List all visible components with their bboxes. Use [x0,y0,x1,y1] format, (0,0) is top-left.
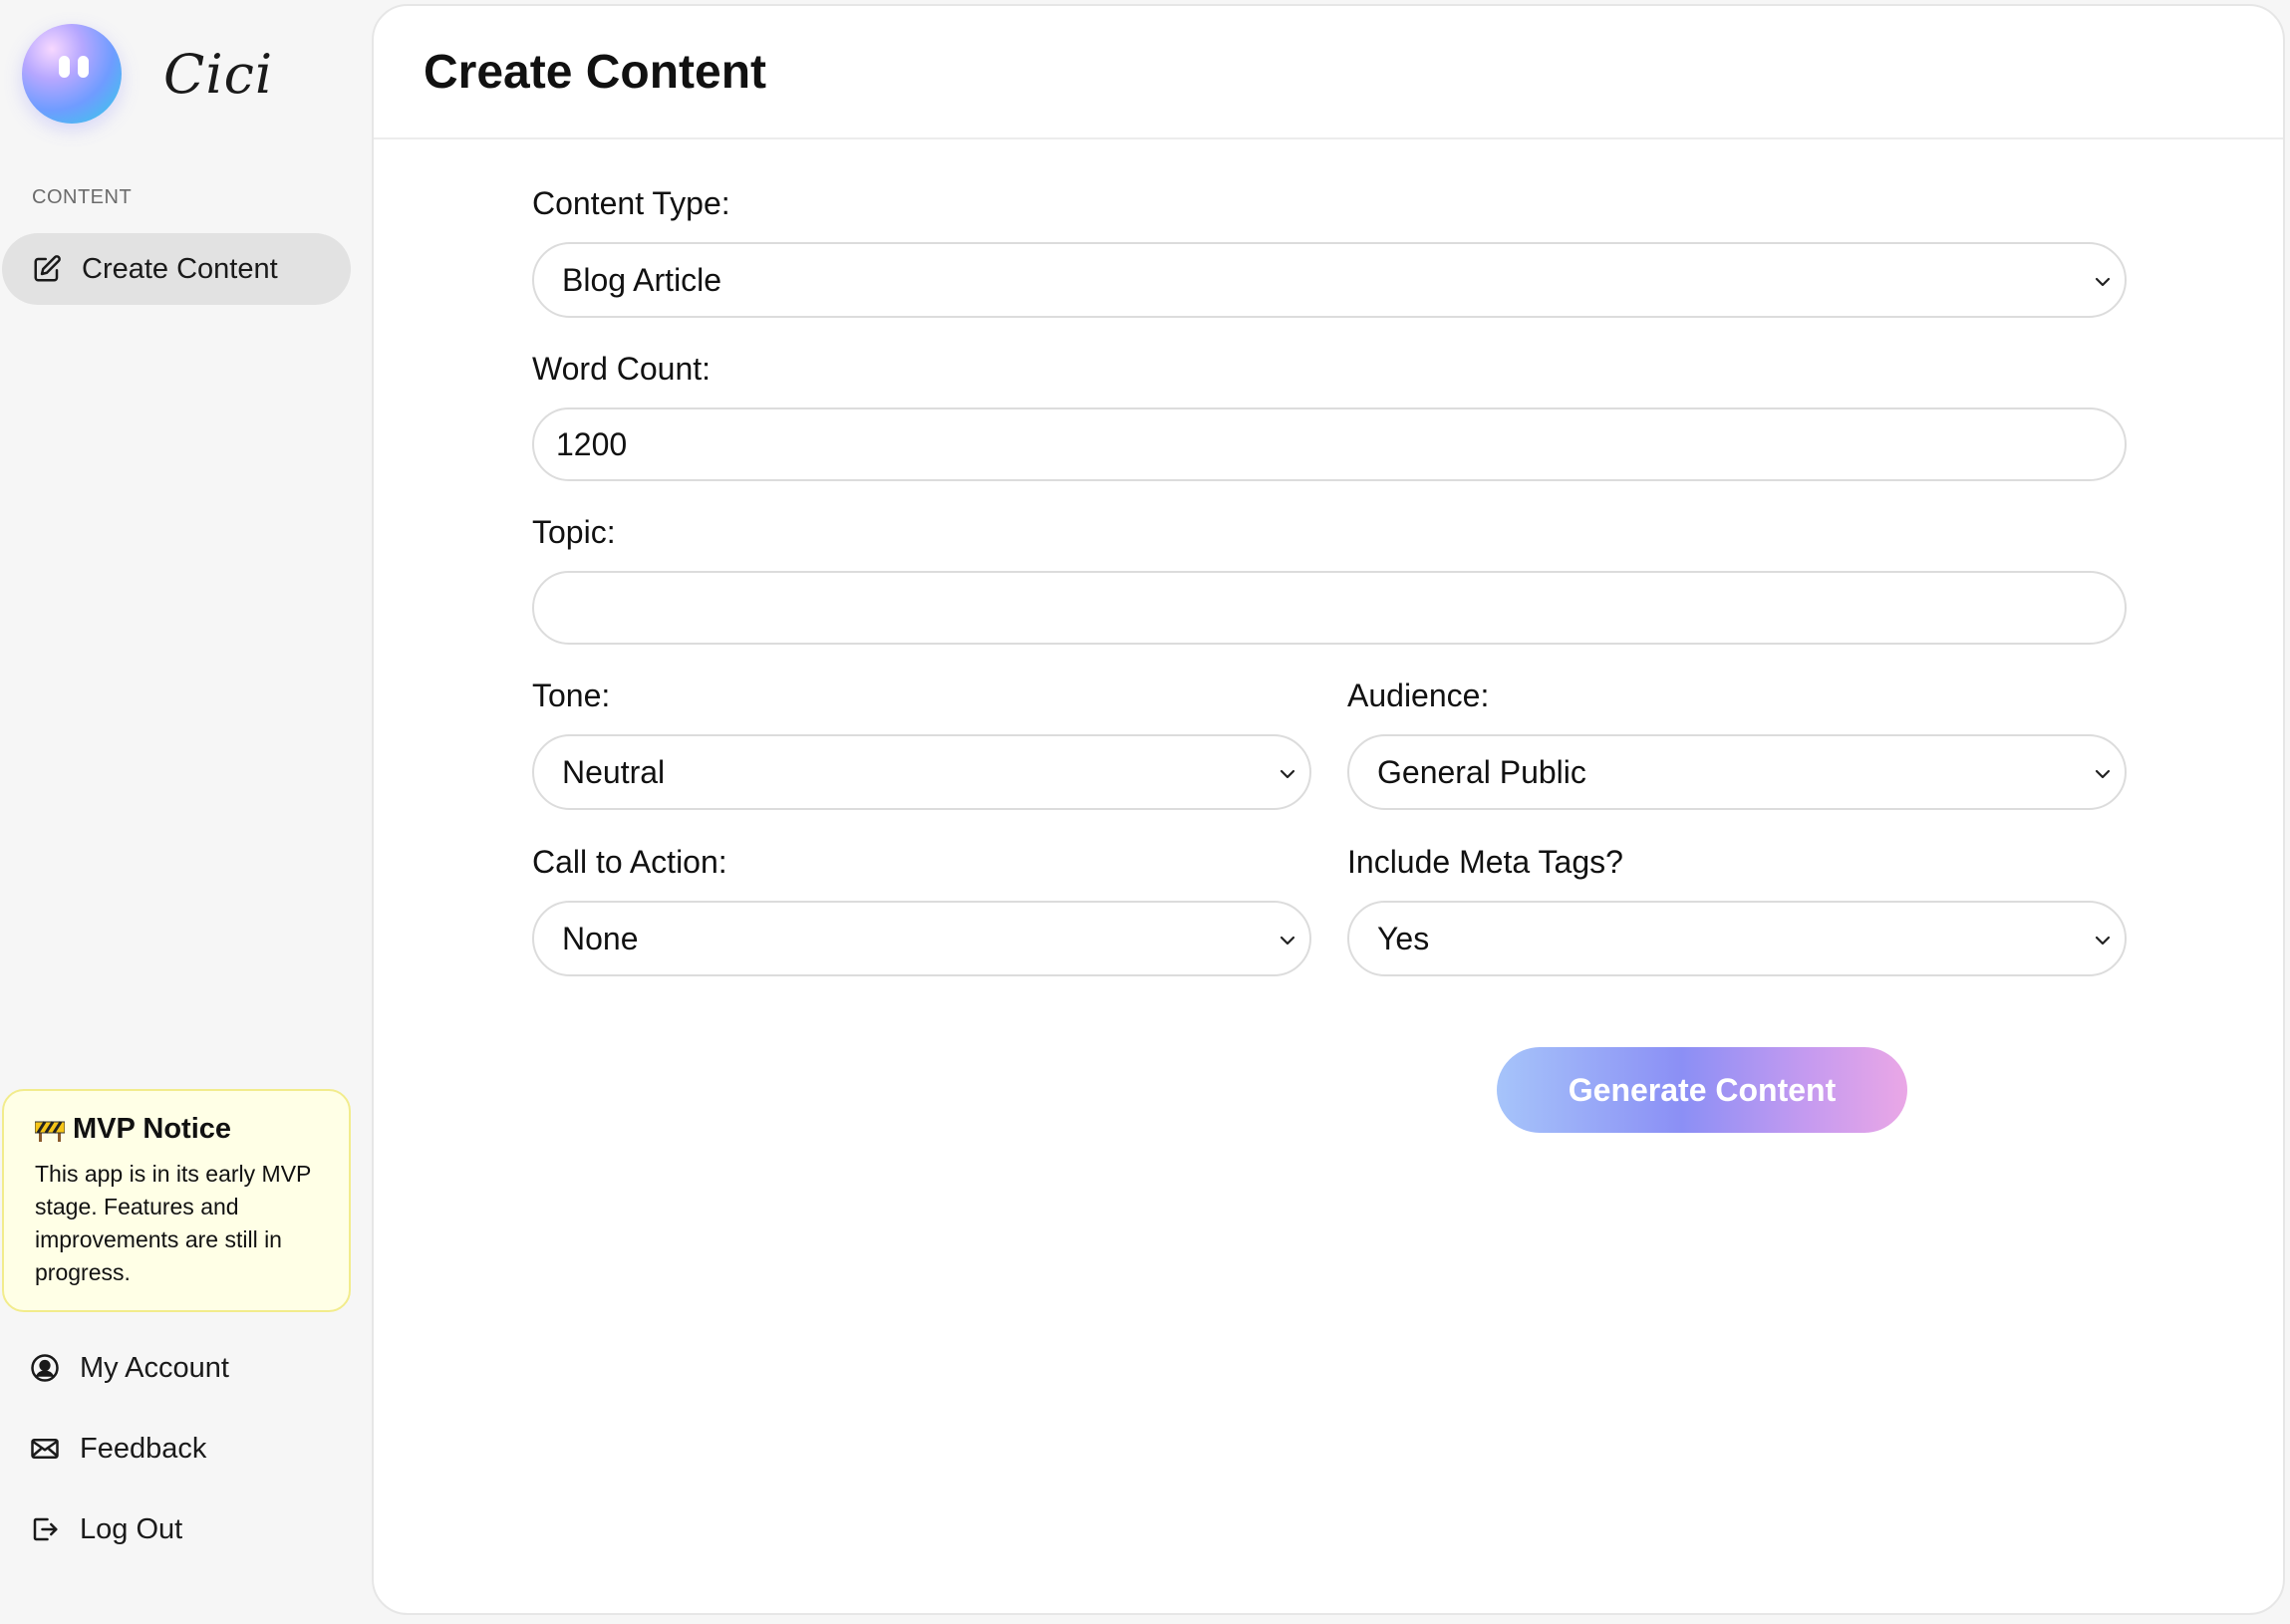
topic-label: Topic: [532,514,616,550]
generate-content-button[interactable]: Generate Content [1497,1047,1907,1133]
word-count-label: Word Count: [532,351,712,387]
edit-icon [32,254,62,284]
notice-title-text: MVP Notice [73,1113,232,1145]
sidebar-item-feedback[interactable]: Feedback [30,1427,206,1471]
word-count-input[interactable]: 1200 [532,407,2127,481]
main-header: Create Content [374,6,2283,139]
sidebar-item-label: Log Out [80,1512,183,1545]
brand[interactable]: Cici [22,24,273,124]
sidebar-item-label: Feedback [80,1432,207,1465]
main-panel: Create Content Content Type: Blog Articl… [372,4,2285,1615]
audience-label: Audience: [1347,677,1490,713]
cici-logo [22,24,122,124]
chevron-down-icon [2095,277,2111,287]
chevron-down-icon [2095,936,2111,946]
notice-title: MVP Notice [35,1113,321,1146]
notice-body: This app is in its early MVP stage. Feat… [35,1161,311,1285]
chevron-down-icon [1280,769,1295,779]
tone-label: Tone: [532,677,611,713]
tone-select[interactable]: Neutral [532,734,1311,810]
construction-barrier-icon [35,1120,65,1142]
word-count-value: 1200 [556,425,628,462]
brand-name: Cici [163,42,274,106]
sidebar-section-label: CONTENT [32,186,133,208]
sidebar-item-my-account[interactable]: My Account [30,1346,229,1390]
page-title: Create Content [424,45,767,99]
meta-tags-value: Yes [1377,920,1430,956]
sidebar-item-label: Create Content [82,252,278,285]
audience-value: General Public [1377,753,1586,790]
chevron-down-icon [1280,936,1295,946]
sidebar-item-log-out[interactable]: Log Out [30,1507,182,1551]
sidebar-item-create-content[interactable]: Create Content [2,233,351,305]
user-circle-icon [30,1353,60,1383]
mail-icon [30,1434,60,1464]
chevron-down-icon [2095,769,2111,779]
sidebar: Cici CONTENT Create Content MVP Notice T… [0,0,371,1624]
sidebar-item-label: My Account [80,1351,229,1384]
audience-select[interactable]: General Public [1347,734,2127,810]
topic-input[interactable] [532,571,2127,645]
meta-tags-label: Include Meta Tags? [1347,844,1623,880]
content-type-value: Blog Article [562,261,722,298]
logo-eye-right [78,56,89,78]
call-to-action-label: Call to Action: [532,844,727,880]
logout-icon [30,1514,60,1544]
call-to-action-select[interactable]: None [532,901,1311,976]
meta-tags-select[interactable]: Yes [1347,901,2127,976]
mvp-notice: MVP Notice This app is in its early MVP … [2,1089,351,1312]
content-type-select[interactable]: Blog Article [532,242,2127,318]
logo-eye-left [59,56,70,78]
content-type-label: Content Type: [532,185,730,221]
tone-value: Neutral [562,753,666,790]
call-to-action-value: None [562,920,639,956]
